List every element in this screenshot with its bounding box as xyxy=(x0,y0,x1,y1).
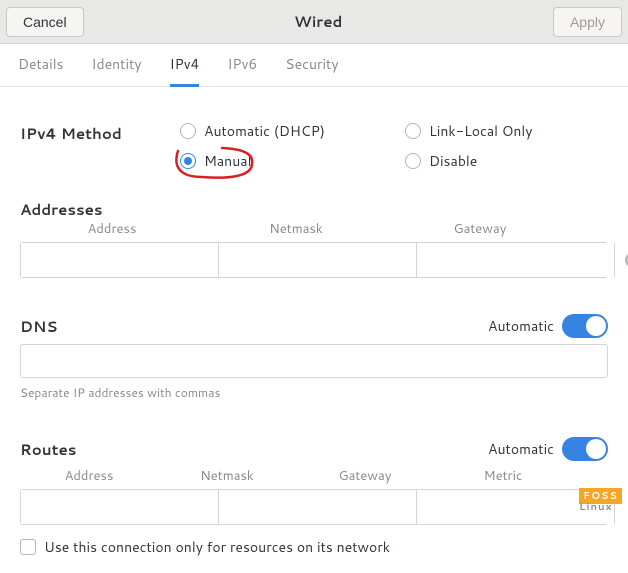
routes-auto-group: Automatic xyxy=(488,437,608,461)
dns-input[interactable] xyxy=(20,344,608,378)
col-metric: Metric xyxy=(434,467,572,485)
ipv4-method-label: IPv4 Method xyxy=(20,121,180,144)
col-address: Address xyxy=(20,220,204,238)
apply-button[interactable]: Apply xyxy=(553,7,622,37)
radio-label: Disable xyxy=(429,151,477,171)
tab-bar: Details Identity IPv4 IPv6 Security xyxy=(0,44,628,87)
addresses-columns: Address Netmask Gateway xyxy=(20,220,608,238)
routes-auto-label: Automatic xyxy=(488,439,554,459)
dialog-header: Cancel Wired Apply xyxy=(0,0,628,44)
dns-title: DNS xyxy=(20,316,58,337)
tab-security[interactable]: Security xyxy=(285,54,338,86)
content-area: IPv4 Method Automatic (DHCP) Link-Local … xyxy=(0,87,628,573)
dns-hint: Separate IP addresses with commas xyxy=(20,384,608,401)
tab-ipv6[interactable]: IPv6 xyxy=(227,54,257,86)
netmask-input[interactable] xyxy=(219,243,417,277)
radio-icon xyxy=(405,153,421,169)
col-gateway: Gateway xyxy=(388,220,572,238)
tab-ipv4[interactable]: IPv4 xyxy=(170,54,200,87)
dns-auto-toggle[interactable] xyxy=(562,314,608,338)
radio-manual[interactable]: Manual xyxy=(180,151,405,171)
dns-auto-group: Automatic xyxy=(488,314,608,338)
routes-columns: Address Netmask Gateway Metric xyxy=(20,467,608,485)
routes-auto-toggle[interactable] xyxy=(562,437,608,461)
only-resources-checkbox[interactable] xyxy=(20,539,36,555)
watermark-bottom: Linux xyxy=(579,500,612,514)
route-netmask-input[interactable] xyxy=(219,490,417,524)
watermark: FOSS Linux xyxy=(579,491,622,513)
only-resources-label: Use this connection only for resources o… xyxy=(44,537,390,557)
radio-icon xyxy=(180,123,196,139)
delete-address-button[interactable]: ✕ xyxy=(615,243,628,277)
col-gateway: Gateway xyxy=(296,467,434,485)
radio-label: Manual xyxy=(204,151,251,171)
routes-title: Routes xyxy=(20,439,76,460)
radio-icon xyxy=(405,123,421,139)
radio-automatic-dhcp[interactable]: Automatic (DHCP) xyxy=(180,121,405,141)
gateway-input[interactable] xyxy=(417,243,615,277)
radio-label: Link-Local Only xyxy=(429,121,533,141)
radio-icon xyxy=(180,153,196,169)
ipv4-method-row: IPv4 Method Automatic (DHCP) Link-Local … xyxy=(20,121,608,171)
addresses-row: ✕ xyxy=(20,242,608,278)
radio-link-local-only[interactable]: Link-Local Only xyxy=(405,121,605,141)
dns-header: DNS Automatic xyxy=(20,314,608,338)
route-address-input[interactable] xyxy=(21,490,219,524)
routes-row: ✕ xyxy=(20,489,608,525)
addresses-title: Addresses xyxy=(20,199,608,220)
tab-details[interactable]: Details xyxy=(18,54,64,86)
ipv4-method-options: Automatic (DHCP) Link-Local Only Manual … xyxy=(180,121,605,171)
only-resources-row: Use this connection only for resources o… xyxy=(20,537,608,557)
col-netmask: Netmask xyxy=(158,467,296,485)
col-netmask: Netmask xyxy=(204,220,388,238)
cancel-button[interactable]: Cancel xyxy=(6,7,84,37)
radio-disable[interactable]: Disable xyxy=(405,151,605,171)
dns-auto-label: Automatic xyxy=(488,316,554,336)
col-address: Address xyxy=(20,467,158,485)
radio-label: Automatic (DHCP) xyxy=(204,121,325,141)
dialog-title: Wired xyxy=(294,11,342,32)
address-input[interactable] xyxy=(21,243,219,277)
tab-identity[interactable]: Identity xyxy=(92,54,142,86)
routes-header: Routes Automatic xyxy=(20,437,608,461)
